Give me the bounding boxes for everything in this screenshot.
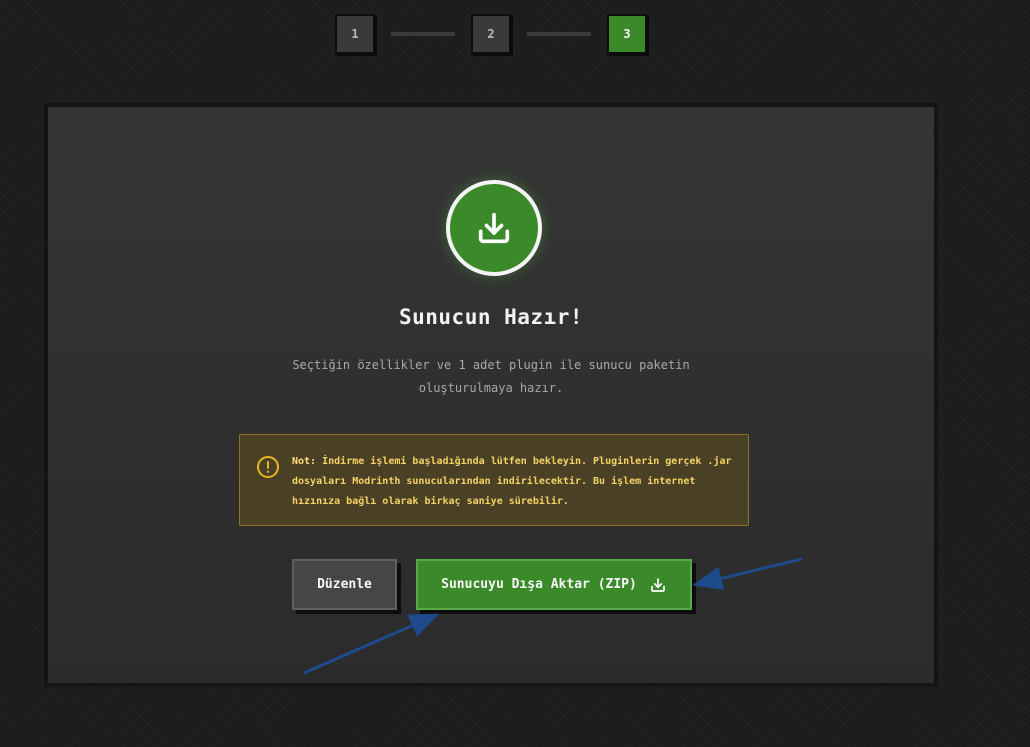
edit-button-label: Düzenle <box>317 577 372 592</box>
ready-card: Sunucun Hazır! Seçtiğin özellikler ve 1 … <box>44 103 938 687</box>
step-connector <box>527 32 591 36</box>
info-note: Not: İndirme işlemi başladığında lütfen … <box>239 434 749 526</box>
alert-circle-icon <box>256 455 280 479</box>
page-subtitle: Seçtiğin özellikler ve 1 adet plugin ile… <box>292 358 690 395</box>
step-connector <box>391 32 455 36</box>
note-text: Not: İndirme işlemi başladığında lütfen … <box>292 452 732 512</box>
download-icon <box>446 180 542 276</box>
page-title: Sunucun Hazır! <box>398 305 583 329</box>
download-icon <box>649 576 667 594</box>
step-3[interactable]: 3 <box>607 14 647 54</box>
export-button-label: Sunucuyu Dışa Aktar (ZIP) <box>441 577 637 592</box>
step-1[interactable]: 1 <box>335 14 375 54</box>
export-zip-button[interactable]: Sunucuyu Dışa Aktar (ZIP) <box>416 559 692 610</box>
stepper: 1 2 3 <box>335 14 647 54</box>
note-body: İndirme işlemi başladığında lütfen bekle… <box>292 456 732 507</box>
note-label: Not: <box>292 456 317 467</box>
edit-button[interactable]: Düzenle <box>292 559 397 610</box>
step-2[interactable]: 2 <box>471 14 511 54</box>
